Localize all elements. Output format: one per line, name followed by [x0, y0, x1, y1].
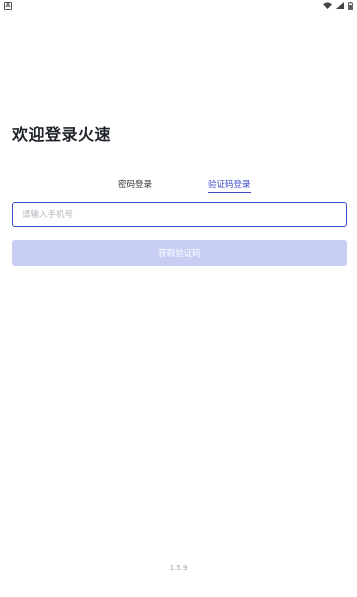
tab-code-login[interactable]: 验证码登录: [208, 178, 251, 193]
welcome-title: 欢迎登录火速: [12, 125, 112, 144]
wifi-icon: [323, 2, 332, 9]
signal-icon: [336, 2, 344, 9]
get-verification-code-button[interactable]: 获取验证码: [12, 240, 347, 266]
status-bar: A: [0, 0, 357, 11]
status-bar-left: A: [4, 1, 12, 10]
notification-icon: A: [4, 1, 12, 10]
login-tabs: 密码登录 验证码登录: [0, 178, 357, 198]
app-version: 1.5.9: [169, 564, 188, 572]
phone-number-input[interactable]: [12, 202, 347, 227]
tab-password-login[interactable]: 密码登录: [118, 178, 152, 193]
battery-icon: [348, 1, 353, 10]
tab-code-login-label: 验证码登录: [208, 180, 251, 190]
login-screen: A 欢迎登录火速 密码登录 验证码登录 获取验证码 1.5.9: [0, 0, 357, 597]
status-bar-right: [323, 1, 353, 10]
active-tab-indicator: [208, 191, 251, 193]
tab-password-login-label: 密码登录: [118, 180, 153, 190]
